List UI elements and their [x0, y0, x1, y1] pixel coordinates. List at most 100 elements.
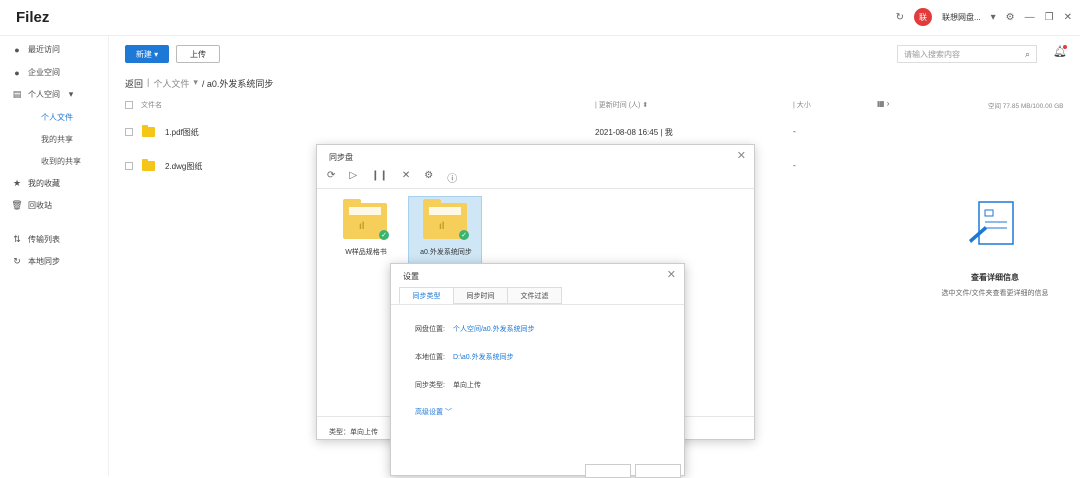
col-size-label: 大小 [796, 102, 811, 109]
sidebar-subitem-personal-files[interactable]: 个人文件 [41, 112, 73, 123]
sidebar-item-transfers[interactable]: ⇅ 传输列表 [12, 234, 60, 245]
field-cloud-location: 网盘位置: 个人空间/a0.外发系统同步 [415, 324, 535, 334]
dialog-title: 设置 [403, 272, 419, 281]
file-name[interactable]: 2.dwg图纸 [165, 161, 202, 172]
field-label: 同步类型: [415, 382, 445, 389]
sidebar-item-label: 回收站 [28, 201, 52, 210]
minimize-icon[interactable]: — [1025, 12, 1035, 23]
col-updated[interactable]: | 更新时间 (人) ⬍ [595, 100, 648, 110]
detail-title: 查看详细信息 [971, 273, 1019, 282]
restore-icon[interactable]: ❐ [1045, 12, 1054, 23]
col-size[interactable]: | 大小 [793, 100, 811, 110]
select-all-checkbox[interactable] [125, 101, 133, 109]
advanced-settings-link[interactable]: 高级设置 ﹀ [415, 407, 452, 417]
back-link[interactable]: 返回 [125, 77, 143, 90]
building-icon: ● [14, 67, 20, 78]
table-header: 文件名 | 更新时间 (人) ⬍ | 大小 ▦ › 空间 77.85 MB/10… [125, 98, 1075, 112]
folder-icon [142, 159, 155, 171]
sidebar-subitem-my-shares[interactable]: 我的共享 [41, 134, 73, 145]
field-value[interactable]: D:\a0.外发系统同步 [453, 352, 514, 362]
check-icon: ✓ [379, 230, 389, 240]
workspace-label[interactable]: 联想网盘... [942, 12, 981, 23]
sidebar: ● 最近访问 ● 企业空间 ▤ 个人空间 ▾ 个人文件 我的共享 收到的共享 ★… [0, 36, 108, 476]
table-row[interactable]: 1.pdf图纸 2021-08-08 16:45 | 我 - [125, 124, 925, 142]
settings-icon[interactable]: ⚙ [1006, 12, 1015, 23]
top-right-controls: ↻ 联 联想网盘... ▾ ⚙ — ❐ ✕ [896, 8, 1072, 26]
breadcrumb-current: / a0.外发系统同步 [201, 79, 274, 89]
field-value[interactable]: 个人空间/a0.外发系统同步 [453, 324, 535, 334]
chevron-down-icon[interactable]: ▾ [991, 12, 996, 23]
row-checkbox[interactable] [125, 128, 133, 136]
pause-icon[interactable]: ❙❙ [371, 170, 388, 185]
col-name[interactable]: 文件名 [141, 100, 162, 110]
close-icon[interactable]: ✕ [667, 268, 676, 281]
sidebar-item-label: 传输列表 [28, 235, 60, 244]
breadcrumb-sep: | [147, 77, 150, 87]
field-label: 网盘位置: [415, 326, 445, 333]
document-illustration-icon [969, 201, 1014, 245]
sidebar-item-label: 企业空间 [28, 68, 60, 77]
close-icon[interactable]: ✕ [737, 149, 746, 162]
sidebar-item-label: 本地同步 [28, 257, 60, 266]
sidebar-item-label: 个人空间 [28, 90, 60, 99]
sync-toolbar: ⟳ ▷ ❙❙ ✕ ⚙ ⓘ [327, 170, 457, 185]
settings-icon[interactable]: ⚙ [424, 170, 433, 185]
search-placeholder: 请输入搜索内容 [904, 49, 960, 59]
grid-view-icon[interactable]: ▦ › [877, 99, 889, 108]
divider [391, 304, 684, 305]
settings-dialog: 设置 ✕ 同步类型 同步时间 文件过滤 网盘位置: 个人空间/a0.外发系统同步… [390, 263, 685, 478]
search-icon[interactable]: ⌕ [1025, 49, 1030, 60]
sidebar-item-personal[interactable]: ▤ 个人空间 ▾ [12, 89, 76, 100]
tab-sync-time[interactable]: 同步时间 [453, 287, 508, 304]
field-value: 单向上传 [452, 382, 481, 389]
field-sync-type: 同步类型: 单向上传 [415, 380, 481, 390]
sidebar-item-trash[interactable]: 🗑 回收站 [11, 200, 52, 211]
new-button-label: 新建 [135, 49, 152, 59]
chevron-down-icon: ▾ [68, 89, 74, 99]
sidebar-item-label: 我的收藏 [28, 179, 60, 188]
close-icon[interactable]: ✕ [1064, 12, 1072, 23]
file-updated: 2021-08-08 16:45 | 我 [595, 128, 673, 137]
folder-icon: ▤ [12, 89, 22, 99]
play-icon[interactable]: ▷ [349, 170, 357, 185]
chevron-down-icon[interactable]: ▾ [193, 77, 198, 90]
sidebar-item-enterprise[interactable]: ● 企业空间 [12, 67, 60, 78]
folder-icon [142, 125, 155, 137]
sidebar-item-label: 最近访问 [28, 45, 60, 54]
upload-button[interactable]: 上传 [176, 45, 220, 63]
row-checkbox[interactable] [125, 162, 133, 170]
divider [317, 188, 754, 189]
trash-icon: 🗑 [11, 200, 23, 210]
sidebar-item-favorites[interactable]: ★ 我的收藏 [12, 178, 60, 189]
tab-file-filter[interactable]: 文件过滤 [507, 287, 562, 304]
tile-label: W样品规格书 [345, 249, 387, 256]
breadcrumb: 返回 | 个人文件 ▾ / a0.外发系统同步 [125, 77, 273, 90]
app-logo: Filez [16, 9, 50, 26]
notification-dot [1063, 45, 1067, 49]
new-button[interactable]: 新建 ▾ [125, 45, 169, 63]
search-input[interactable]: 请输入搜索内容 ⌕ [897, 45, 1037, 63]
sidebar-subitem-received-shares[interactable]: 收到的共享 [41, 156, 81, 167]
refresh-icon[interactable]: ⟳ [327, 170, 335, 185]
sidebar-item-recent[interactable]: ● 最近访问 [12, 44, 60, 55]
check-icon: ✓ [459, 230, 469, 240]
transfer-icon: ⇅ [13, 234, 21, 244]
file-name[interactable]: 1.pdf图纸 [165, 127, 199, 138]
clock-icon: ● [14, 44, 20, 55]
settings-tabs: 同步类型 同步时间 文件过滤 [399, 287, 562, 305]
delete-icon[interactable]: ✕ [402, 170, 410, 185]
sidebar-item-local-sync[interactable]: ↻ 本地同步 [12, 256, 60, 267]
info-icon[interactable]: ⓘ [447, 170, 457, 185]
avatar[interactable]: 联 [913, 8, 932, 26]
field-local-location: 本地位置: D:\a0.外发系统同步 [415, 352, 514, 362]
sync-folder-tile[interactable]: ıl ✓ a0.外发系统同步 [408, 196, 482, 268]
chevron-down-icon: ﹀ [444, 409, 452, 416]
sync-folder-tile[interactable]: ıl ✓ W样品规格书 [329, 197, 403, 269]
dialog-title: 同步盘 [329, 153, 353, 162]
refresh-icon[interactable]: ↻ [896, 12, 904, 23]
col-updated-label: 更新时间 (人) [598, 102, 641, 109]
breadcrumb-root[interactable]: 个人文件 [153, 77, 189, 90]
sync-icon: ↻ [13, 256, 21, 266]
tab-sync-type[interactable]: 同步类型 [399, 287, 454, 304]
quota-text: 空间 77.85 MB/100.00 GB [988, 103, 1064, 110]
